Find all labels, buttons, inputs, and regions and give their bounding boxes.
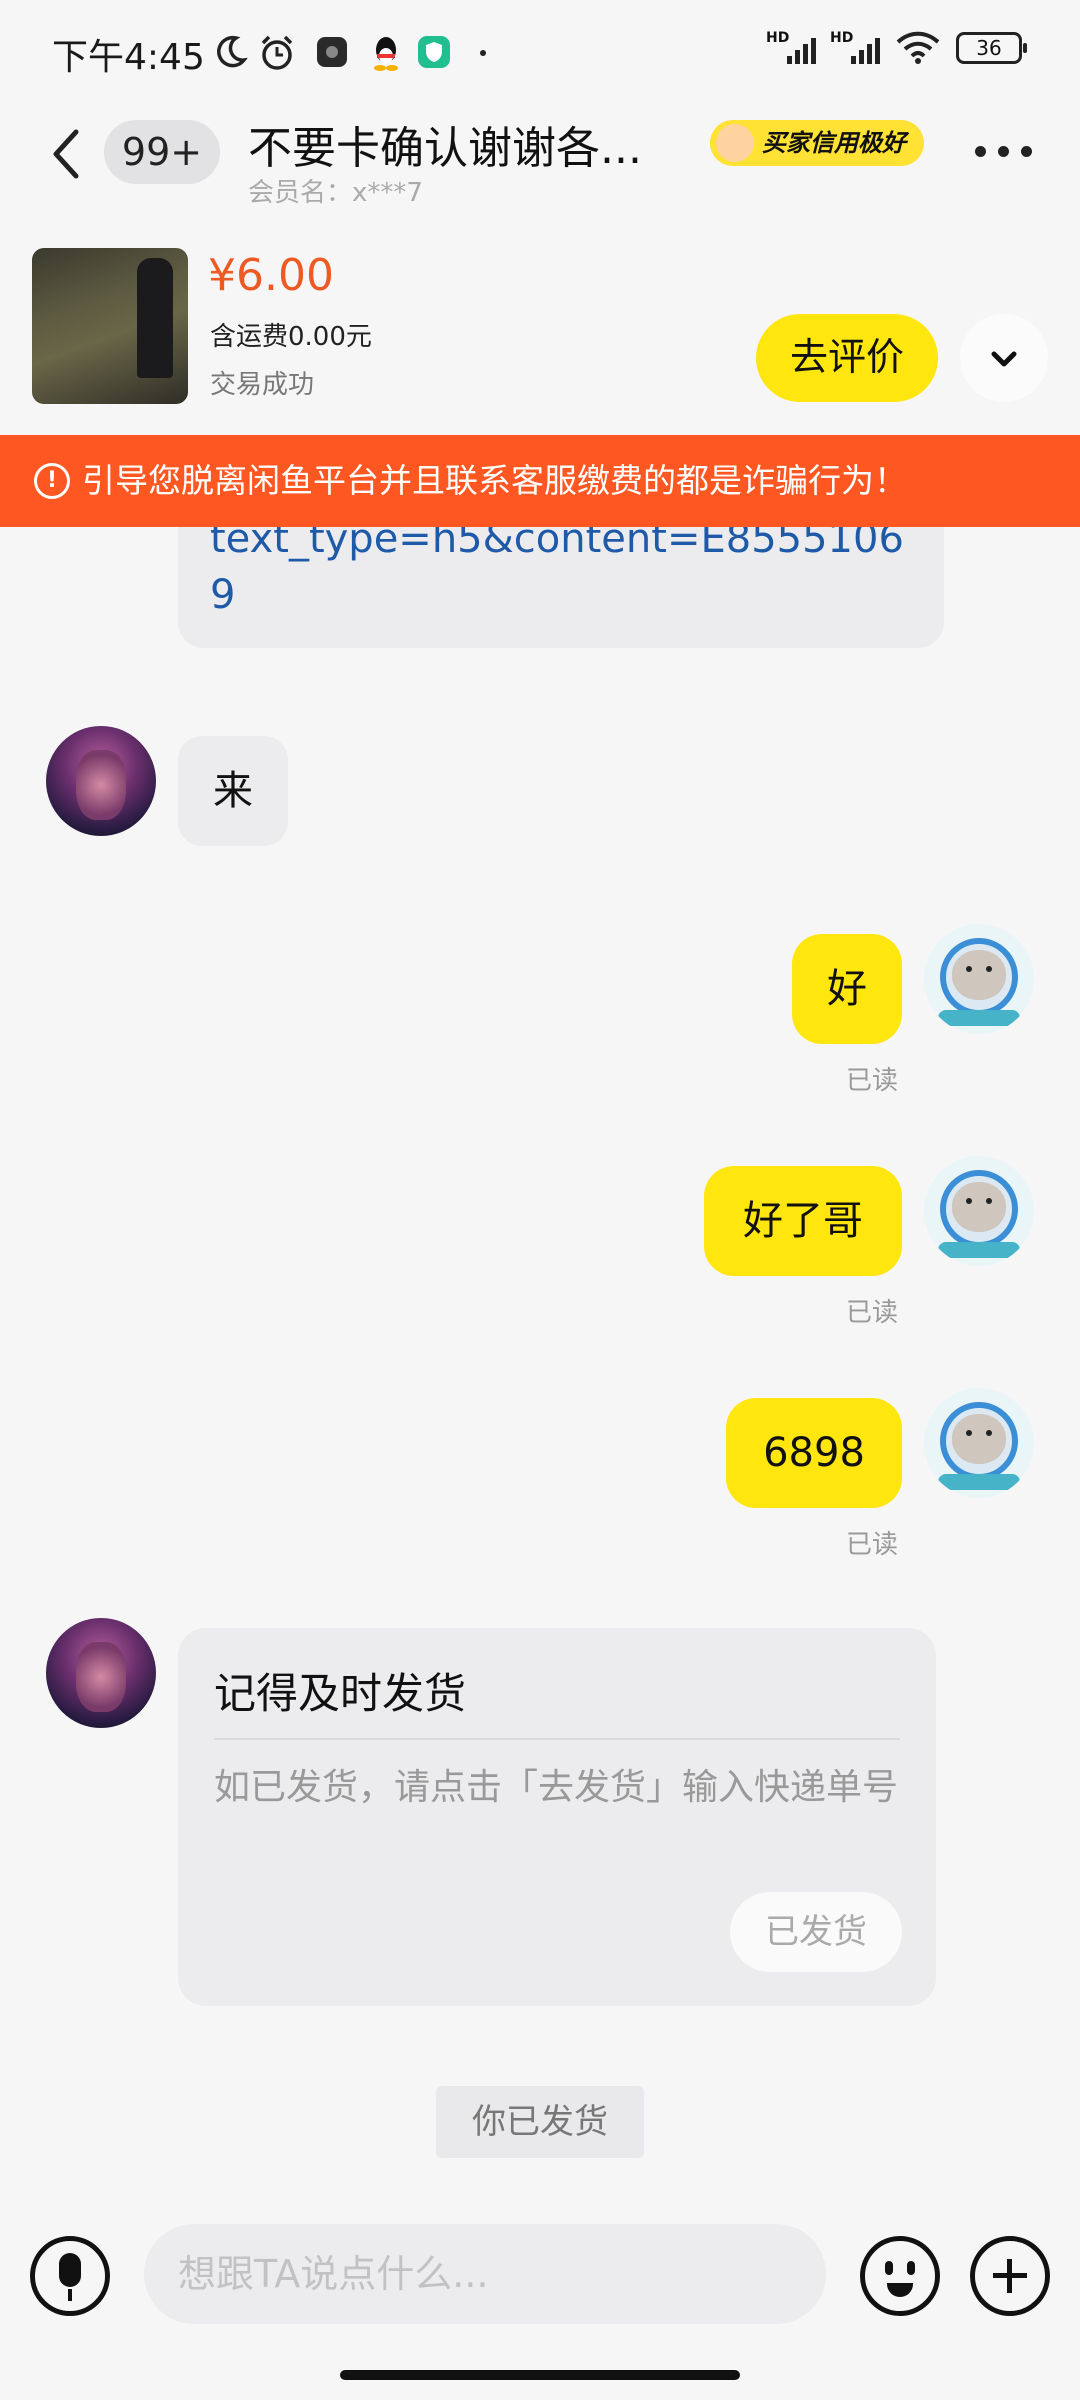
credit-badge-label: 买家信用极好 — [762, 129, 906, 157]
shipping-reminder-card: 记得及时发货 如已发货，请点击「去发货」输入快递单号 已发货 — [178, 1628, 936, 2006]
fraud-warning-banner: ! 引导您脱离闲鱼平台并且联系客服缴费的都是诈骗行为！ — [0, 435, 1080, 527]
message-outgoing: 好了哥 — [704, 1166, 902, 1276]
heart-eyes-emoji-icon — [716, 124, 754, 162]
alarm-icon — [261, 35, 293, 70]
message-incoming: 来 — [178, 736, 288, 846]
status-right: HD HD 36 — [766, 30, 1027, 66]
back-arrow-icon[interactable] — [44, 124, 94, 184]
signal-2-icon: HD — [830, 30, 880, 66]
link-message-bubble[interactable]: text_type=h5&content=E8555106 9 — [178, 510, 944, 648]
system-notice: 你已发货 — [436, 2086, 644, 2158]
input-bar — [0, 2200, 1080, 2400]
signal-1-icon: HD — [766, 30, 816, 66]
avatar-other[interactable] — [46, 726, 156, 836]
read-receipt: 已读 — [846, 1298, 899, 1328]
chevron-down-icon — [991, 351, 1017, 367]
status-time: 下午4:45 — [52, 37, 205, 78]
message-outgoing: 6898 — [726, 1398, 902, 1508]
card-description: 如已发货，请点击「去发货」输入快递单号 — [214, 1767, 899, 1808]
message-outgoing: 好 — [792, 934, 902, 1044]
status-bar: 下午4:45 HD HD 36 — [0, 0, 1080, 100]
battery-icon: 36 — [956, 32, 1027, 64]
card-title: 记得及时发货 — [214, 1669, 467, 1718]
item-thumbnail[interactable] — [32, 248, 188, 404]
plus-icon[interactable] — [970, 2236, 1050, 2316]
avatar-self[interactable] — [924, 1388, 1034, 1498]
trade-status: 交易成功 — [210, 370, 315, 400]
read-receipt: 已读 — [846, 1530, 899, 1560]
home-indicator[interactable] — [340, 2370, 740, 2380]
shipping-fee: 含运费0.00元 — [210, 322, 372, 352]
chat-header: 99+ 不要卡确认谢谢各... 会员名：x***7 买家信用极好 — [0, 100, 1080, 230]
order-summary[interactable]: ¥6.00 含运费0.00元 交易成功 去评价 — [0, 230, 1080, 435]
link-text-line-2[interactable]: 9 — [210, 568, 235, 622]
app-dark-icon — [317, 37, 347, 67]
item-price: ¥6.00 — [208, 250, 334, 301]
dot-icon — [480, 50, 486, 56]
chat-title: 不要卡确认谢谢各... — [248, 123, 642, 174]
read-receipt: 已读 — [846, 1066, 899, 1096]
unread-count-badge[interactable]: 99+ — [104, 120, 220, 184]
warning-text: 引导您脱离闲鱼平台并且联系客服缴费的都是诈骗行为！ — [82, 461, 907, 500]
moon-icon — [217, 35, 248, 68]
avatar-self[interactable] — [924, 924, 1034, 1034]
security-app-icon — [418, 36, 450, 68]
review-button[interactable]: 去评价 — [756, 314, 938, 402]
emoji-icon[interactable] — [860, 2236, 940, 2316]
more-options-icon[interactable] — [975, 146, 1032, 157]
card-divider — [214, 1738, 900, 1740]
member-name: 会员名：x***7 — [248, 178, 423, 208]
expand-button[interactable] — [960, 314, 1048, 402]
credit-badge[interactable]: 买家信用极好 — [710, 120, 924, 166]
shipped-button[interactable]: 已发货 — [730, 1892, 902, 1972]
message-input[interactable] — [144, 2224, 826, 2324]
wifi-icon — [896, 31, 940, 64]
microphone-icon[interactable] — [30, 2236, 110, 2316]
qq-icon — [374, 37, 398, 71]
avatar-self[interactable] — [924, 1156, 1034, 1266]
alert-icon: ! — [34, 463, 70, 499]
avatar-other[interactable] — [46, 1618, 156, 1728]
